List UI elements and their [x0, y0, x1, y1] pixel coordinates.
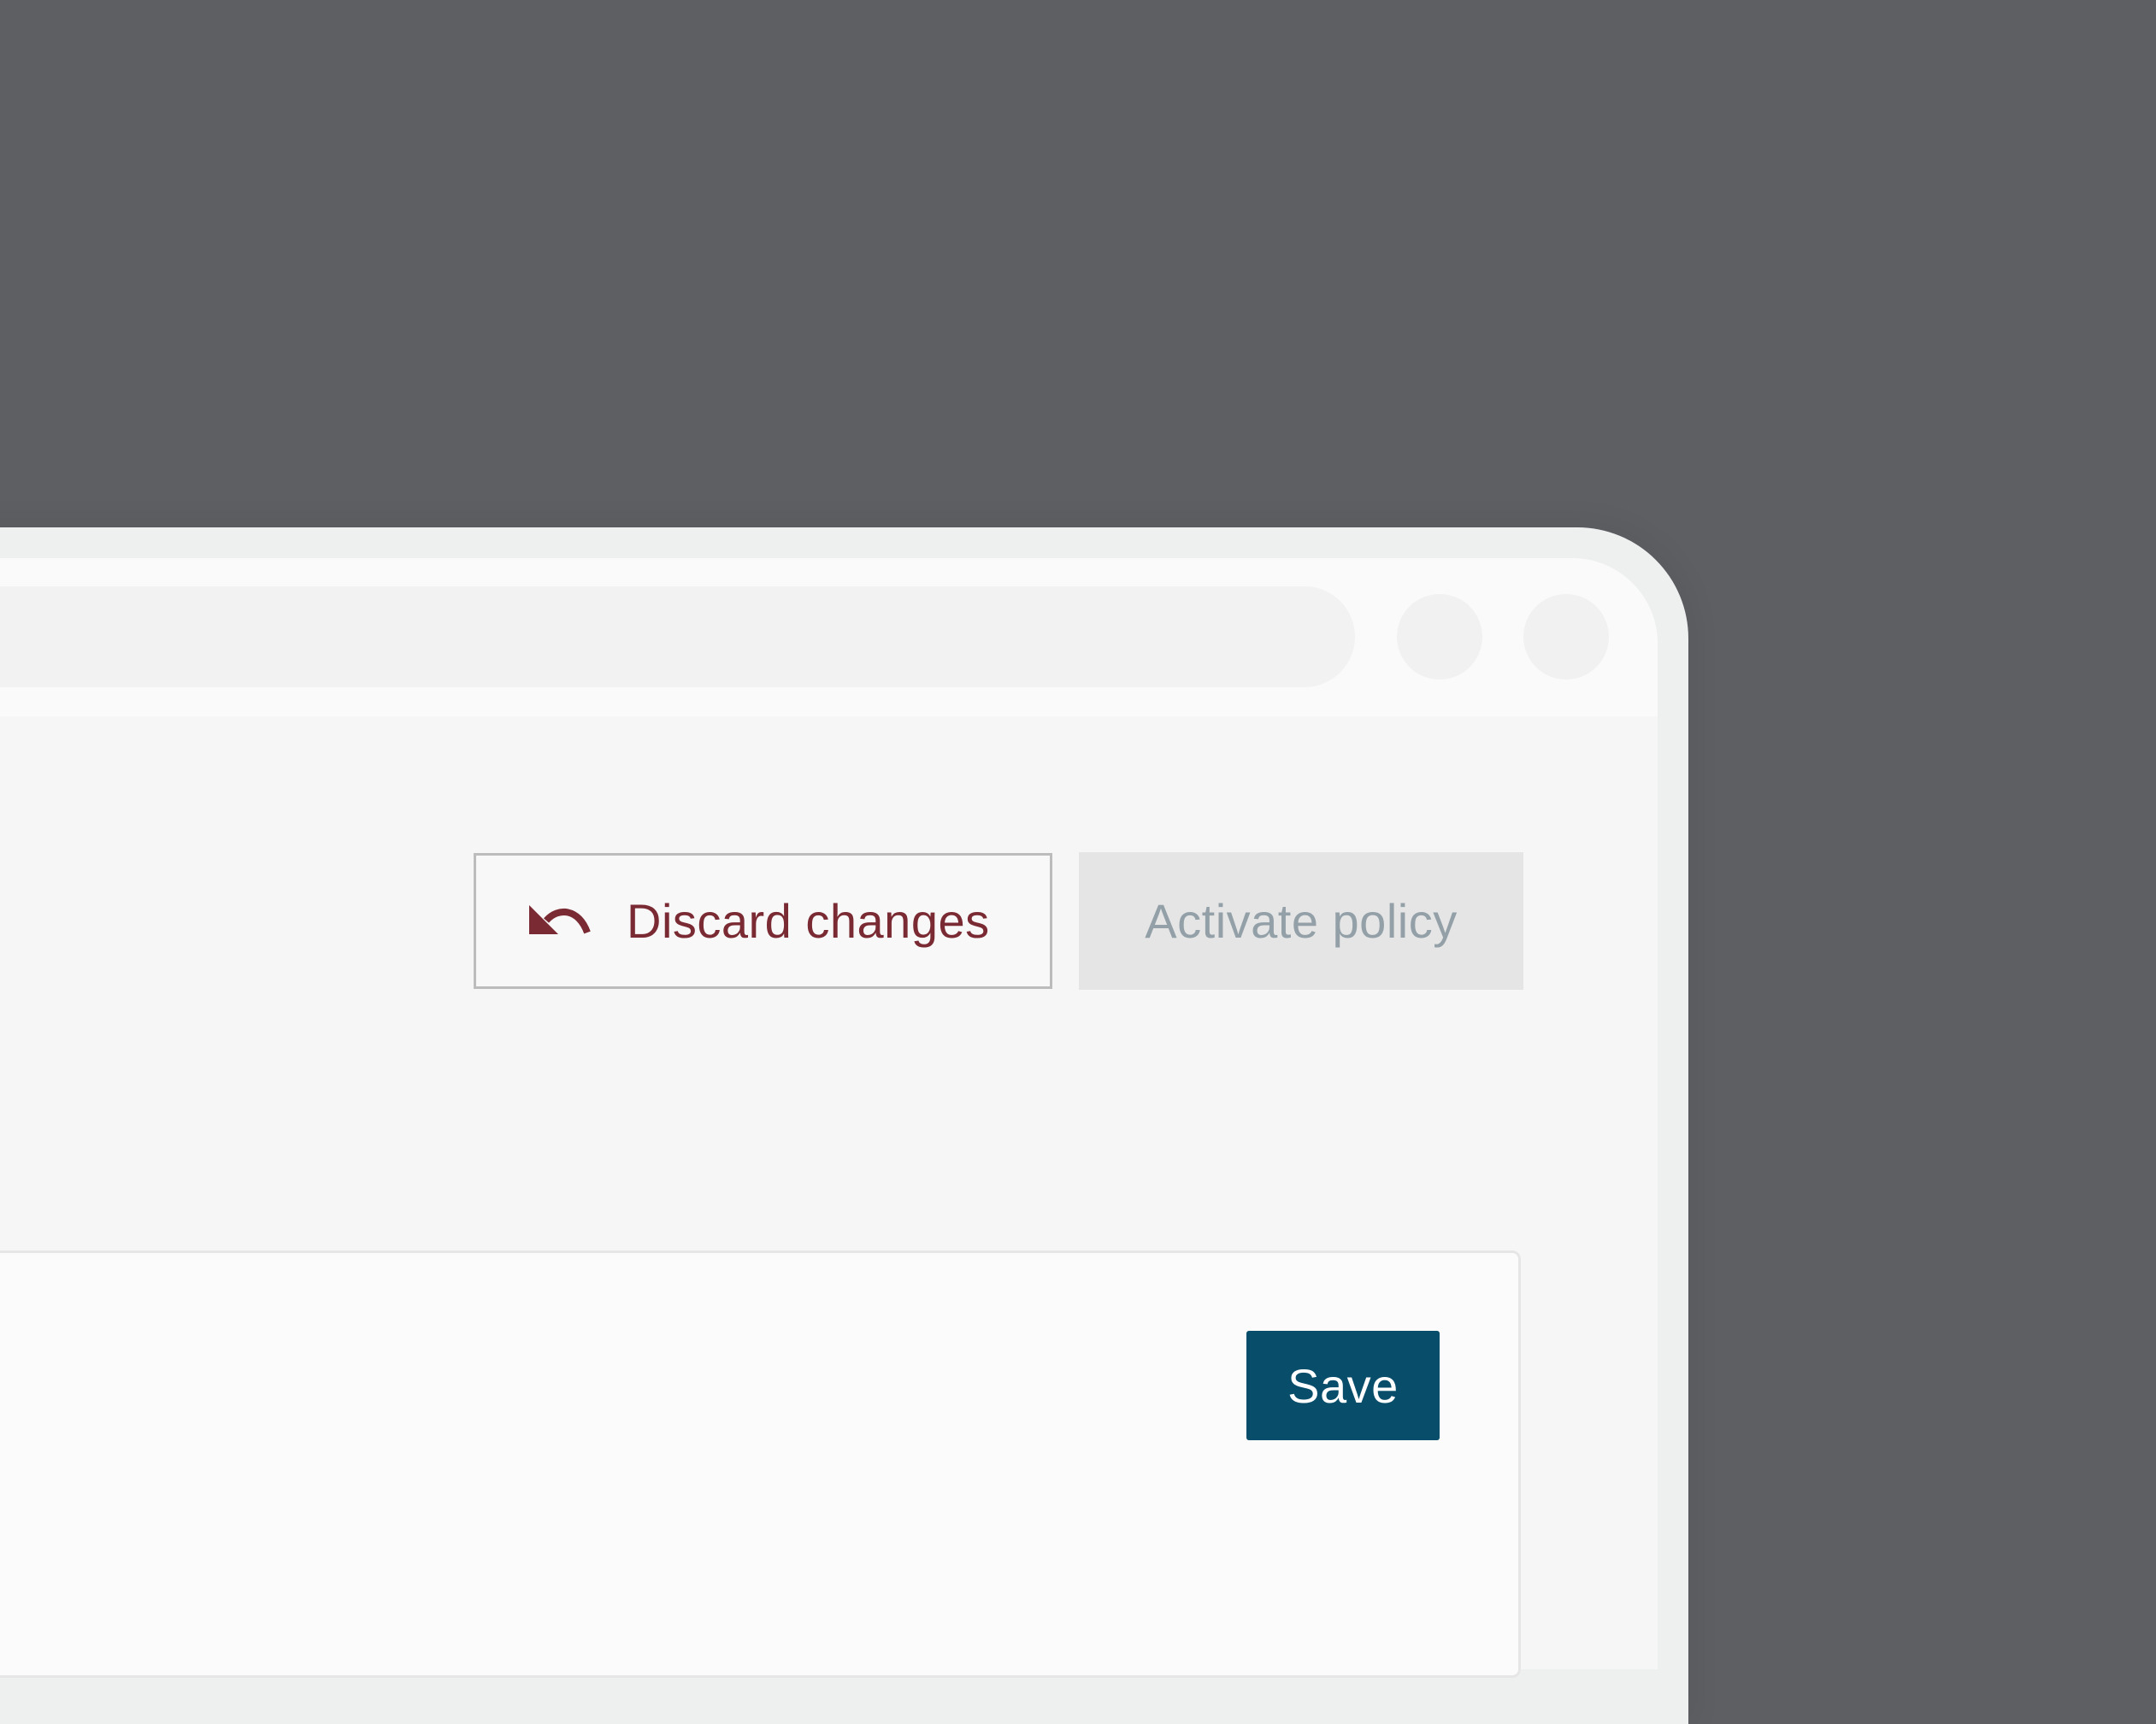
save-label: Save — [1287, 1358, 1399, 1413]
save-button[interactable]: Save — [1246, 1331, 1440, 1440]
browser-titlebar — [0, 558, 1658, 716]
activate-policy-button[interactable]: Activate policy — [1079, 852, 1523, 990]
undo-icon — [529, 905, 591, 934]
discard-changes-label: Discard changes — [627, 894, 990, 948]
address-bar[interactable] — [0, 586, 1355, 687]
activate-policy-label: Activate policy — [1145, 894, 1458, 948]
window-control-button[interactable] — [1523, 594, 1609, 680]
discard-changes-button[interactable]: Discard changes — [474, 853, 1052, 989]
content-card — [0, 1250, 1521, 1678]
window-control-button[interactable] — [1397, 594, 1482, 680]
